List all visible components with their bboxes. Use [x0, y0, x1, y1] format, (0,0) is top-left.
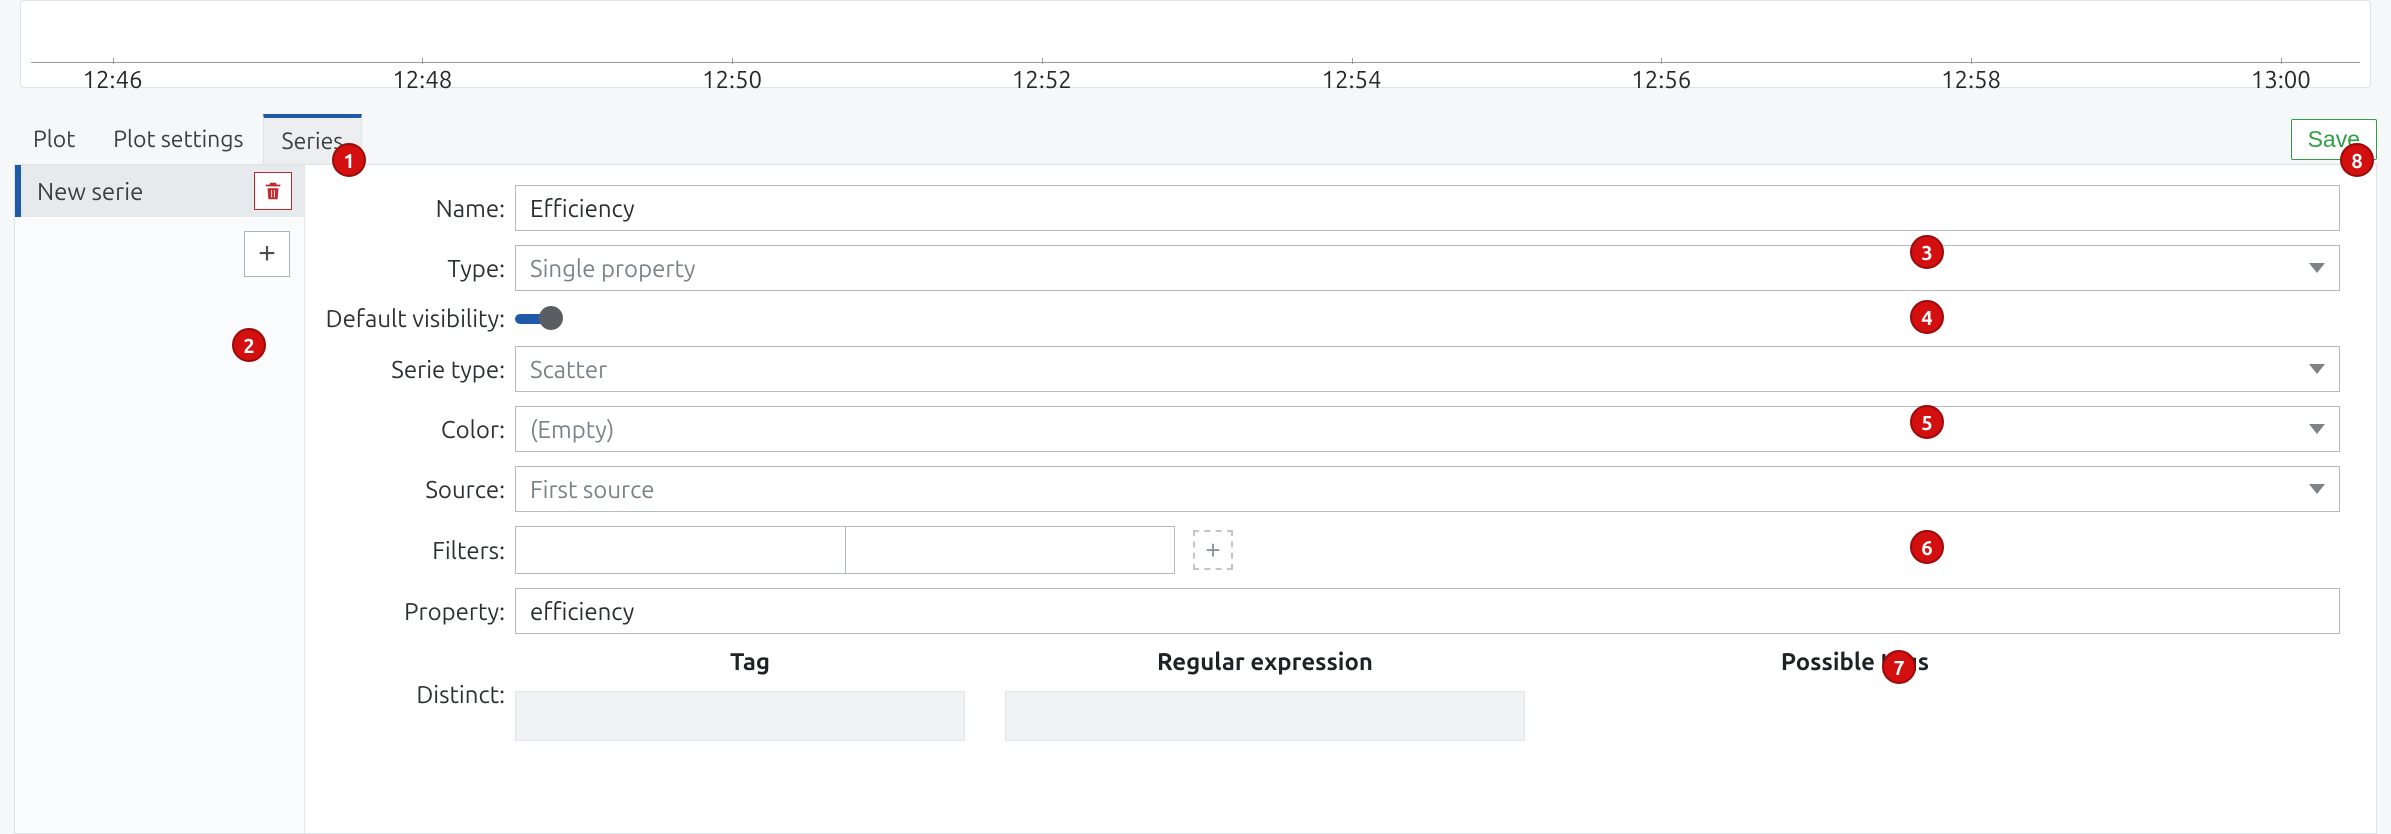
timeline-ruler: 12:46 12:48 12:50 12:52 12:54 12:56 12:5…	[20, 0, 2371, 88]
distinct-tag-header: Tag	[515, 648, 985, 675]
distinct-tag-input[interactable]	[515, 691, 965, 741]
serie-type-select[interactable]: Scatter	[515, 346, 2340, 392]
serie-type-value: Scatter	[530, 356, 2309, 383]
annotation-badge-1: 1	[332, 143, 366, 177]
timeline-tick: 12:48	[392, 66, 452, 93]
color-label: Color:	[305, 416, 515, 443]
tab-plot-settings[interactable]: Plot settings	[94, 114, 262, 164]
timeline-tick: 12:52	[1012, 66, 1072, 93]
annotation-badge-2: 2	[232, 328, 266, 362]
annotation-badge-4: 4	[1910, 300, 1944, 334]
name-value: Efficiency	[530, 195, 635, 222]
series-panel: New serie + Name: Efficiency Type: Singl…	[14, 164, 2377, 834]
timeline-tick: 12:56	[1631, 66, 1691, 93]
serie-type-label: Serie type:	[305, 356, 515, 383]
property-input[interactable]: efficiency	[515, 588, 2340, 634]
property-value: efficiency	[530, 598, 634, 625]
add-filter-button[interactable]: +	[1193, 530, 1233, 570]
filters-label: Filters:	[305, 537, 515, 564]
distinct-regex-input[interactable]	[1005, 691, 1525, 741]
series-form: Name: Efficiency Type: Single property D…	[305, 165, 2376, 833]
add-series-button[interactable]: +	[244, 231, 290, 277]
timeline-tick: 12:54	[1322, 66, 1382, 93]
property-label: Property:	[305, 598, 515, 625]
type-value: Single property	[530, 255, 2309, 282]
name-input[interactable]: Efficiency	[515, 185, 2340, 231]
visibility-label: Default visibility:	[305, 305, 515, 332]
distinct-label: Distinct:	[305, 681, 515, 708]
timeline-tick: 13:00	[2251, 66, 2311, 93]
filter-value-input[interactable]	[845, 526, 1175, 574]
delete-series-button[interactable]	[254, 172, 292, 210]
toggle-knob	[539, 306, 563, 330]
timeline-axis: 12:46 12:48 12:50 12:52 12:54 12:56 12:5…	[31, 62, 2360, 63]
type-select[interactable]: Single property	[515, 245, 2340, 291]
color-select[interactable]: (Empty)	[515, 406, 2340, 452]
timeline-tick: 12:58	[1941, 66, 2001, 93]
annotation-badge-7: 7	[1882, 650, 1916, 684]
chevron-down-icon	[2309, 364, 2325, 374]
source-select[interactable]: First source	[515, 466, 2340, 512]
series-item-label: New serie	[37, 178, 254, 205]
name-label: Name:	[305, 195, 515, 222]
timeline-tick: 12:46	[82, 66, 142, 93]
distinct-possible-header: Possible tags	[1545, 648, 2165, 675]
visibility-toggle[interactable]	[515, 314, 553, 324]
trash-icon	[262, 180, 284, 202]
annotation-badge-8: 8	[2340, 143, 2374, 177]
source-label: Source:	[305, 476, 515, 503]
annotation-badge-6: 6	[1910, 530, 1944, 564]
annotation-badge-5: 5	[1910, 405, 1944, 439]
series-sidebar: New serie +	[15, 165, 305, 833]
filter-key-input[interactable]	[515, 526, 845, 574]
tab-plot[interactable]: Plot	[14, 114, 94, 164]
distinct-regex-header: Regular expression	[985, 648, 1545, 675]
chevron-down-icon	[2309, 424, 2325, 434]
series-list-item[interactable]: New serie	[15, 165, 304, 217]
chevron-down-icon	[2309, 484, 2325, 494]
tab-bar: Plot Plot settings Series	[14, 114, 362, 164]
source-value: First source	[530, 476, 2309, 503]
color-value: (Empty)	[530, 416, 2309, 443]
annotation-badge-3: 3	[1910, 235, 1944, 269]
chevron-down-icon	[2309, 263, 2325, 273]
timeline-tick: 12:50	[702, 66, 762, 93]
type-label: Type:	[305, 255, 515, 282]
